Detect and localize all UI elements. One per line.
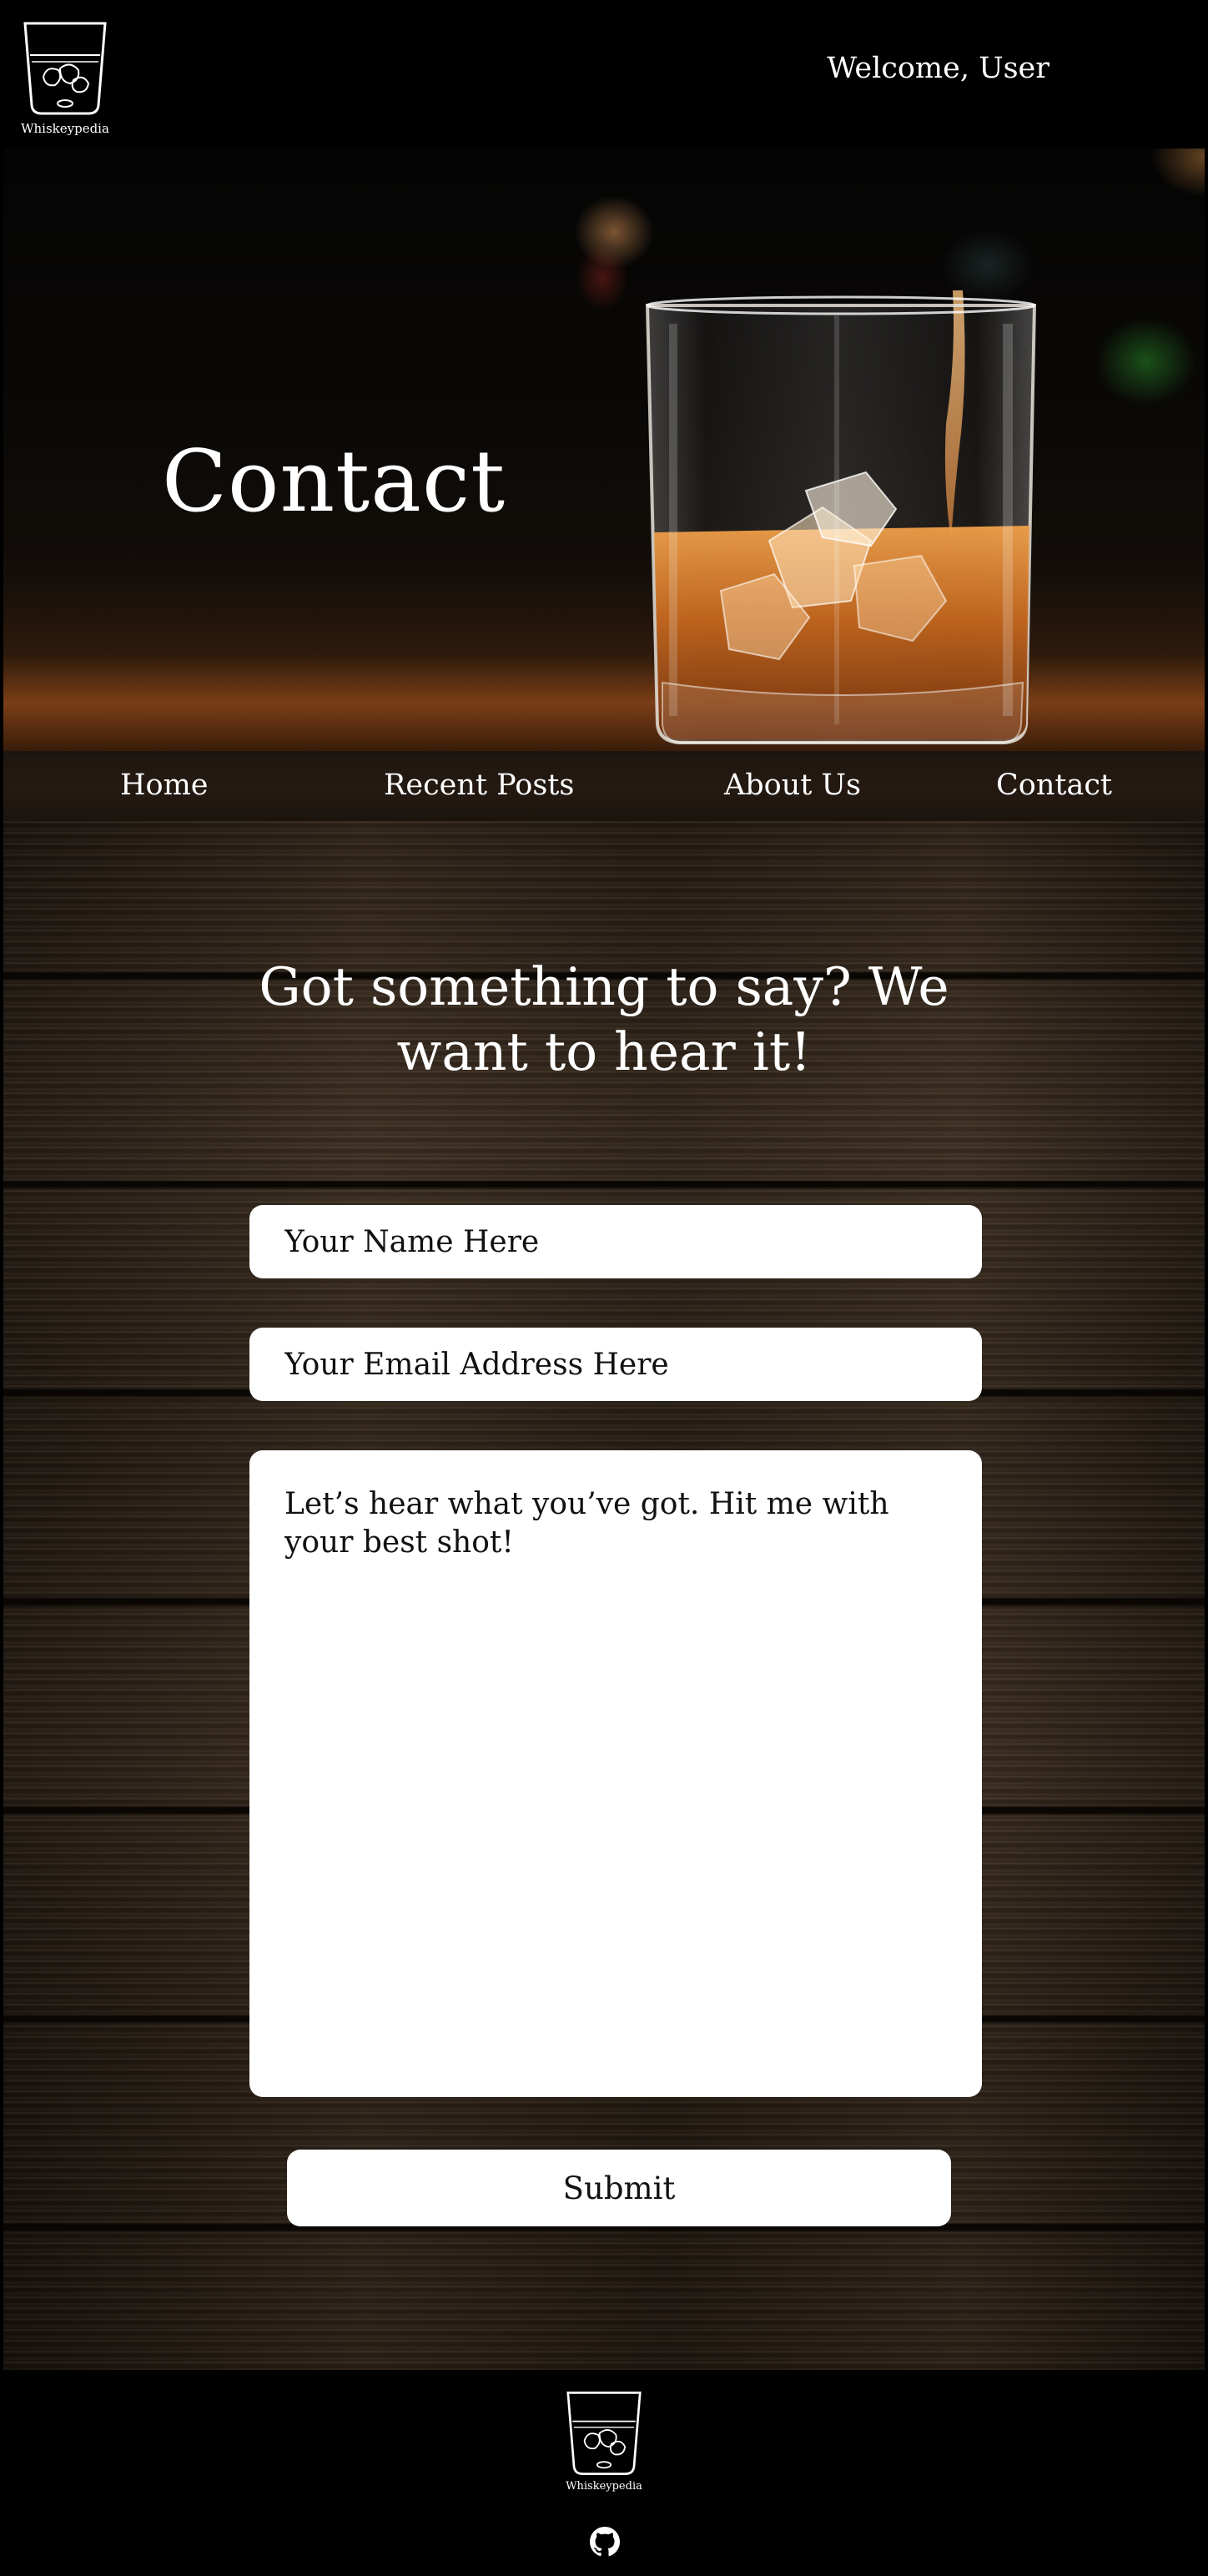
page: Whiskeypedia Welcome, User Contact Home … bbox=[0, 0, 1208, 2576]
message-textarea[interactable] bbox=[249, 1450, 982, 2097]
nav-home[interactable]: Home bbox=[120, 768, 209, 803]
email-input[interactable] bbox=[249, 1328, 982, 1401]
hero-banner: Contact bbox=[3, 149, 1205, 751]
header-logo[interactable]: Whiskeypedia bbox=[18, 18, 112, 140]
welcome-message: Welcome, User bbox=[827, 52, 1049, 85]
name-input[interactable] bbox=[249, 1205, 982, 1278]
contact-headline: Got something to say? We want to hear it… bbox=[259, 956, 949, 1082]
footer-logo[interactable]: Whiskeypedia bbox=[562, 2388, 646, 2493]
github-icon bbox=[590, 2527, 620, 2557]
whiskey-glass-logo-icon bbox=[566, 2392, 642, 2475]
whiskey-glass-logo-icon bbox=[23, 22, 107, 115]
whiskey-glass-photo bbox=[646, 290, 1037, 744]
submit-button[interactable]: Submit bbox=[287, 2150, 951, 2226]
nav-contact[interactable]: Contact bbox=[996, 768, 1112, 803]
top-bar: Whiskeypedia Welcome, User bbox=[0, 0, 1208, 149]
footer-logo-text: Whiskeypedia bbox=[566, 2480, 642, 2493]
main-nav: Home Recent Posts About Us Contact bbox=[3, 751, 1205, 821]
page-title: Contact bbox=[162, 432, 506, 532]
footer: Whiskeypedia bbox=[3, 2370, 1205, 2576]
logo-text: Whiskeypedia bbox=[21, 121, 109, 136]
nav-about-us[interactable]: About Us bbox=[724, 768, 861, 803]
contact-section: Got something to say? We want to hear it… bbox=[3, 821, 1205, 2370]
nav-recent-posts[interactable]: Recent Posts bbox=[384, 768, 574, 803]
github-link[interactable] bbox=[590, 2527, 620, 2557]
